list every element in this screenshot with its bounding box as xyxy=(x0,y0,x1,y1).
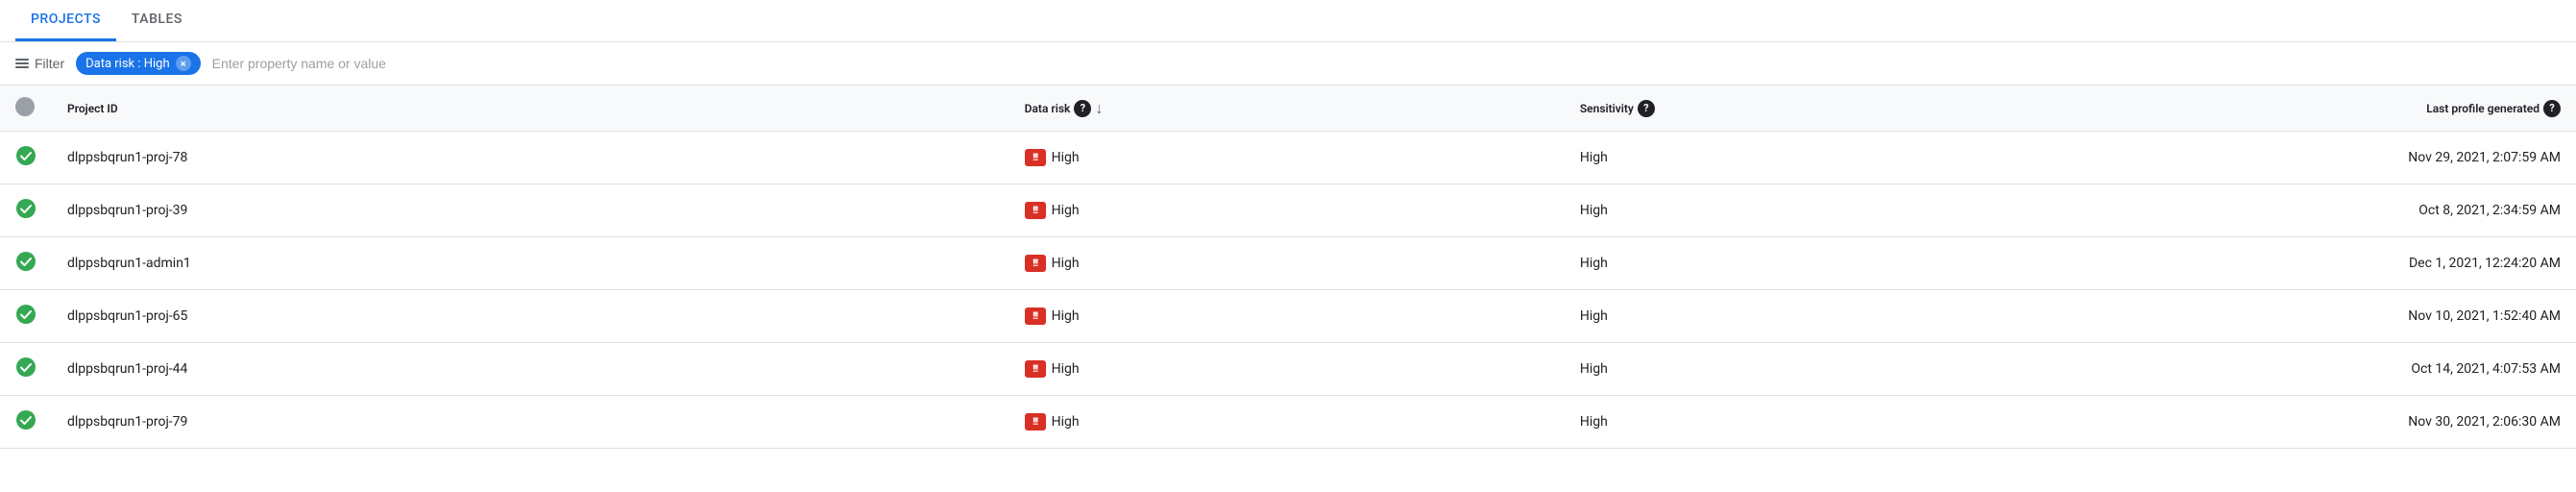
row-check-cell xyxy=(0,184,52,237)
risk-high-label: High xyxy=(1052,150,1080,165)
risk-high-badge: !!! High xyxy=(1025,202,1080,219)
table-header-row: Project ID Data risk ? ↓ Sensitivity ? xyxy=(0,86,2576,132)
filter-icon xyxy=(15,59,29,68)
risk-high-badge: !!! High xyxy=(1025,413,1080,430)
risk-high-icon: !!! xyxy=(1025,255,1046,272)
col-header-sensitivity: Sensitivity ? xyxy=(1565,86,2070,132)
risk-high-label: High xyxy=(1052,256,1080,271)
risk-high-badge: !!! High xyxy=(1025,360,1080,378)
sensitivity-cell: High xyxy=(1565,343,2070,396)
filter-chip[interactable]: Data risk : High × xyxy=(76,52,201,75)
data-risk-cell: !!! High xyxy=(1009,184,1565,237)
data-risk-cell: !!! High xyxy=(1009,132,1565,184)
tab-projects[interactable]: PROJECTS xyxy=(15,0,116,41)
project-id-cell: dlppsbqrun1-proj-39 xyxy=(52,184,1009,237)
data-risk-cell: !!! High xyxy=(1009,237,1565,290)
sensitivity-help-icon[interactable]: ? xyxy=(1638,100,1655,117)
tab-bar: PROJECTS TABLES xyxy=(0,0,2576,42)
sensitivity-cell: High xyxy=(1565,396,2070,449)
table-row: dlppsbqrun1-proj-79 !!! High High Nov 30… xyxy=(0,396,2576,449)
last-profile-help-icon[interactable]: ? xyxy=(2543,100,2561,117)
risk-high-badge: !!! High xyxy=(1025,149,1080,166)
risk-high-label: High xyxy=(1052,361,1080,377)
col-header-check xyxy=(0,86,52,132)
sensitivity-cell: High xyxy=(1565,237,2070,290)
project-id-cell: dlppsbqrun1-proj-65 xyxy=(52,290,1009,343)
project-id-cell: dlppsbqrun1-proj-79 xyxy=(52,396,1009,449)
col-label-last-profile: Last profile generated xyxy=(2426,102,2540,115)
table-row: dlppsbqrun1-proj-39 !!! High High Oct 8,… xyxy=(0,184,2576,237)
data-risk-cell: !!! High xyxy=(1009,290,1565,343)
check-icon xyxy=(15,304,36,325)
table-row: dlppsbqrun1-proj-78 !!! High High Nov 29… xyxy=(0,132,2576,184)
col-label-data-risk: Data risk xyxy=(1025,102,1071,115)
risk-high-icon: !!! xyxy=(1025,308,1046,325)
col-header-project-id: Project ID xyxy=(52,86,1009,132)
risk-high-label: High xyxy=(1052,414,1080,430)
risk-high-icon: !!! xyxy=(1025,149,1046,166)
row-check-cell xyxy=(0,132,52,184)
last-profile-cell: Nov 29, 2021, 2:07:59 AM xyxy=(2070,132,2576,184)
risk-high-label: High xyxy=(1052,203,1080,218)
last-profile-cell: Dec 1, 2021, 12:24:20 AM xyxy=(2070,237,2576,290)
row-check-cell xyxy=(0,290,52,343)
last-profile-cell: Nov 10, 2021, 1:52:40 AM xyxy=(2070,290,2576,343)
row-check-cell xyxy=(0,396,52,449)
data-risk-cell: !!! High xyxy=(1009,396,1565,449)
row-check-cell xyxy=(0,237,52,290)
risk-high-badge: !!! High xyxy=(1025,255,1080,272)
project-id-cell: dlppsbqrun1-proj-78 xyxy=(52,132,1009,184)
risk-high-label: High xyxy=(1052,308,1080,324)
sensitivity-cell: High xyxy=(1565,290,2070,343)
col-header-data-risk: Data risk ? ↓ xyxy=(1009,86,1565,132)
col-label-sensitivity: Sensitivity xyxy=(1580,102,1634,115)
risk-high-icon: !!! xyxy=(1025,202,1046,219)
header-circle-indicator xyxy=(15,97,35,116)
data-risk-cell: !!! High xyxy=(1009,343,1565,396)
check-icon xyxy=(15,145,36,166)
toolbar: Filter Data risk : High × xyxy=(0,42,2576,86)
risk-high-icon: !!! xyxy=(1025,413,1046,430)
search-input[interactable] xyxy=(212,56,424,71)
col-header-last-profile: Last profile generated ? xyxy=(2070,86,2576,132)
chip-label: Data risk : High xyxy=(85,57,170,71)
last-profile-cell: Oct 8, 2021, 2:34:59 AM xyxy=(2070,184,2576,237)
filter-button[interactable]: Filter xyxy=(15,56,64,71)
check-icon xyxy=(15,357,36,378)
check-icon xyxy=(15,198,36,219)
data-risk-help-icon[interactable]: ? xyxy=(1074,100,1091,117)
check-icon xyxy=(15,251,36,272)
last-profile-cell: Oct 14, 2021, 4:07:53 AM xyxy=(2070,343,2576,396)
col-label-project-id: Project ID xyxy=(67,102,118,115)
sensitivity-cell: High xyxy=(1565,132,2070,184)
tab-tables[interactable]: TABLES xyxy=(116,0,198,41)
project-id-cell: dlppsbqrun1-admin1 xyxy=(52,237,1009,290)
table-row: dlppsbqrun1-proj-44 !!! High High Oct 14… xyxy=(0,343,2576,396)
project-id-cell: dlppsbqrun1-proj-44 xyxy=(52,343,1009,396)
check-icon xyxy=(15,409,36,430)
filter-label: Filter xyxy=(35,56,64,71)
row-check-cell xyxy=(0,343,52,396)
risk-high-badge: !!! High xyxy=(1025,308,1080,325)
table-row: dlppsbqrun1-proj-65 !!! High High Nov 10… xyxy=(0,290,2576,343)
table-row: dlppsbqrun1-admin1 !!! High High Dec 1, … xyxy=(0,237,2576,290)
risk-high-icon: !!! xyxy=(1025,360,1046,378)
chip-close-button[interactable]: × xyxy=(176,56,191,71)
last-profile-cell: Nov 30, 2021, 2:06:30 AM xyxy=(2070,396,2576,449)
sensitivity-cell: High xyxy=(1565,184,2070,237)
data-table: Project ID Data risk ? ↓ Sensitivity ? xyxy=(0,86,2576,449)
data-risk-sort-icon[interactable]: ↓ xyxy=(1095,99,1103,118)
